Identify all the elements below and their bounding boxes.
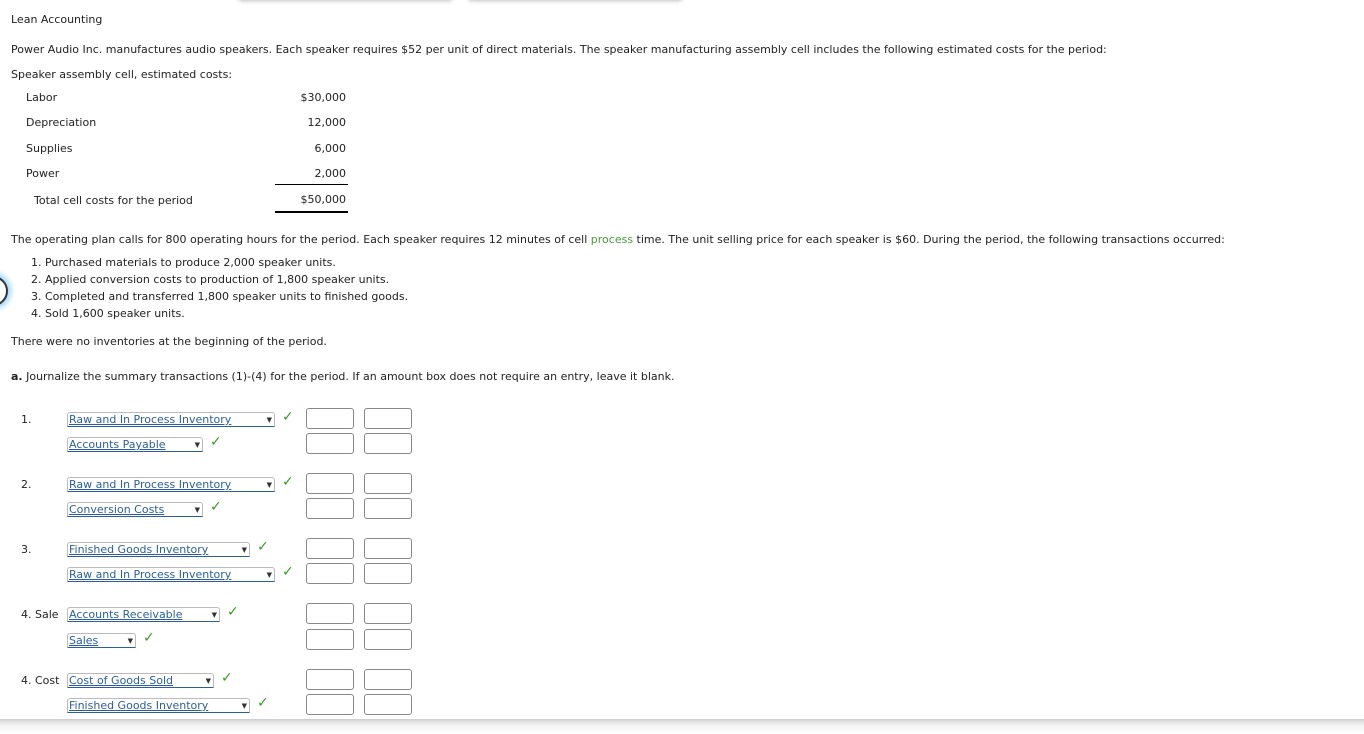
- chevron-down-icon[interactable]: ▼: [195, 504, 200, 517]
- debit-amount-input[interactable]: [306, 498, 354, 519]
- operating-plan: The operating plan calls for 800 operati…: [11, 233, 1225, 246]
- entry-label: 4. Sale: [21, 608, 59, 621]
- instruction-text: Journalize the summary transactions (1)-…: [22, 370, 675, 383]
- cost-value-depreciation: 12,000: [307, 116, 347, 129]
- account-select-value: Cost of Goods Sold: [69, 674, 173, 687]
- credit-amount-input[interactable]: [364, 563, 412, 584]
- check-icon: ✓: [227, 604, 239, 620]
- credit-amount-input[interactable]: [364, 538, 412, 559]
- instruction: a. Journalize the summary transactions (…: [11, 370, 674, 383]
- credit-amount-input[interactable]: [364, 473, 412, 494]
- chevron-down-icon[interactable]: ▼: [267, 479, 272, 492]
- process-link[interactable]: process: [591, 233, 633, 246]
- chevron-down-icon[interactable]: ▼: [242, 544, 247, 557]
- transaction-item: 2. Applied conversion costs to productio…: [31, 273, 390, 286]
- debit-amount-input[interactable]: [306, 473, 354, 494]
- plan-text: The operating plan calls for 800 operati…: [11, 233, 591, 246]
- transaction-item: 1. Purchased materials to produce 2,000 …: [31, 256, 336, 269]
- debit-amount-input[interactable]: [306, 563, 354, 584]
- part-label: a.: [11, 370, 23, 383]
- total-label: Total cell costs for the period: [34, 194, 193, 207]
- check-icon: ✓: [210, 499, 222, 515]
- account-select-value: Finished Goods Inventory: [69, 699, 209, 712]
- account-select[interactable]: Conversion Costs ▼: [67, 502, 203, 517]
- cost-value-labor: $30,000: [300, 91, 347, 104]
- credit-amount-input[interactable]: [364, 603, 412, 624]
- debit-amount-input[interactable]: [306, 669, 354, 690]
- credit-amount-input[interactable]: [364, 433, 412, 454]
- account-select[interactable]: Finished Goods Inventory ▼: [67, 698, 250, 713]
- account-select[interactable]: Accounts Receivable ▼: [67, 607, 220, 622]
- total-value: $50,000: [300, 193, 347, 206]
- credit-amount-input[interactable]: [364, 694, 412, 715]
- check-icon: ✓: [257, 539, 269, 555]
- entry-label: 2.: [21, 478, 32, 491]
- chevron-down-icon[interactable]: ▼: [267, 414, 272, 427]
- debit-amount-input[interactable]: [306, 694, 354, 715]
- credit-amount-input[interactable]: [364, 629, 412, 650]
- check-icon: ✓: [221, 670, 233, 686]
- check-icon: ✓: [143, 630, 155, 646]
- account-select-value: Sales: [69, 634, 99, 647]
- account-select-value: Raw and In Process Inventory: [69, 413, 232, 426]
- debit-amount-input[interactable]: [306, 603, 354, 624]
- debit-amount-input[interactable]: [306, 538, 354, 559]
- check-icon: ✓: [282, 409, 294, 425]
- account-select[interactable]: Finished Goods Inventory ▼: [67, 542, 250, 557]
- cost-name-power: Power: [26, 167, 60, 180]
- chevron-down-icon[interactable]: ▼: [128, 635, 133, 648]
- top-tabs: [0, 0, 1364, 4]
- problem-intro: Power Audio Inc. manufactures audio spea…: [11, 43, 1107, 56]
- chevron-down-icon[interactable]: ▼: [206, 675, 211, 688]
- chevron-down-icon[interactable]: ▼: [267, 569, 272, 582]
- account-select-value: Raw and In Process Inventory: [69, 568, 232, 581]
- total-double-rule: [275, 211, 348, 213]
- debit-amount-input[interactable]: [306, 433, 354, 454]
- entry-label: 3.: [21, 543, 32, 556]
- account-select[interactable]: Raw and In Process Inventory ▼: [67, 477, 275, 492]
- account-select[interactable]: Cost of Goods Sold ▼: [67, 673, 214, 688]
- costs-label: Speaker assembly cell, estimated costs:: [11, 68, 233, 81]
- chevron-down-icon[interactable]: ▼: [212, 609, 217, 622]
- transaction-item: 4. Sold 1,600 speaker units.: [31, 307, 185, 320]
- account-select-value: Raw and In Process Inventory: [69, 478, 232, 491]
- account-select[interactable]: Sales ▼: [67, 633, 136, 648]
- credit-amount-input[interactable]: [364, 408, 412, 429]
- plan-text-end: time. The unit selling price for each sp…: [633, 233, 1225, 246]
- account-select[interactable]: Raw and In Process Inventory ▼: [67, 567, 275, 582]
- entry-label: 1.: [21, 413, 32, 426]
- account-select-value: Accounts Receivable: [69, 608, 183, 621]
- check-icon: ✓: [257, 695, 269, 711]
- account-select-value: Accounts Payable: [69, 438, 166, 451]
- side-panel-toggle[interactable]: [0, 276, 8, 306]
- cost-name-supplies: Supplies: [26, 142, 73, 155]
- cost-value-supplies: 6,000: [314, 142, 347, 155]
- subtotal-rule: [275, 184, 348, 185]
- account-select[interactable]: Accounts Payable ▼: [67, 437, 203, 452]
- entry-label: 4. Cost: [21, 674, 60, 687]
- no-inventories-note: There were no inventories at the beginni…: [11, 335, 327, 348]
- check-icon: ✓: [282, 474, 294, 490]
- credit-amount-input[interactable]: [364, 498, 412, 519]
- account-select-value: Finished Goods Inventory: [69, 543, 209, 556]
- chevron-down-icon[interactable]: ▼: [195, 439, 200, 452]
- section-title: Lean Accounting: [11, 13, 103, 26]
- debit-amount-input[interactable]: [306, 629, 354, 650]
- bottom-scroll-bar: [0, 719, 1364, 734]
- account-select[interactable]: Raw and In Process Inventory ▼: [67, 412, 275, 427]
- check-icon: ✓: [210, 434, 222, 450]
- cost-name-depreciation: Depreciation: [26, 116, 97, 129]
- credit-amount-input[interactable]: [364, 669, 412, 690]
- debit-amount-input[interactable]: [306, 408, 354, 429]
- cost-name-labor: Labor: [26, 91, 58, 104]
- chevron-down-icon[interactable]: ▼: [242, 700, 247, 713]
- transaction-item: 3. Completed and transferred 1,800 speak…: [31, 290, 409, 303]
- account-select-value: Conversion Costs: [69, 503, 165, 516]
- cost-value-power: 2,000: [314, 167, 347, 180]
- check-icon: ✓: [282, 564, 294, 580]
